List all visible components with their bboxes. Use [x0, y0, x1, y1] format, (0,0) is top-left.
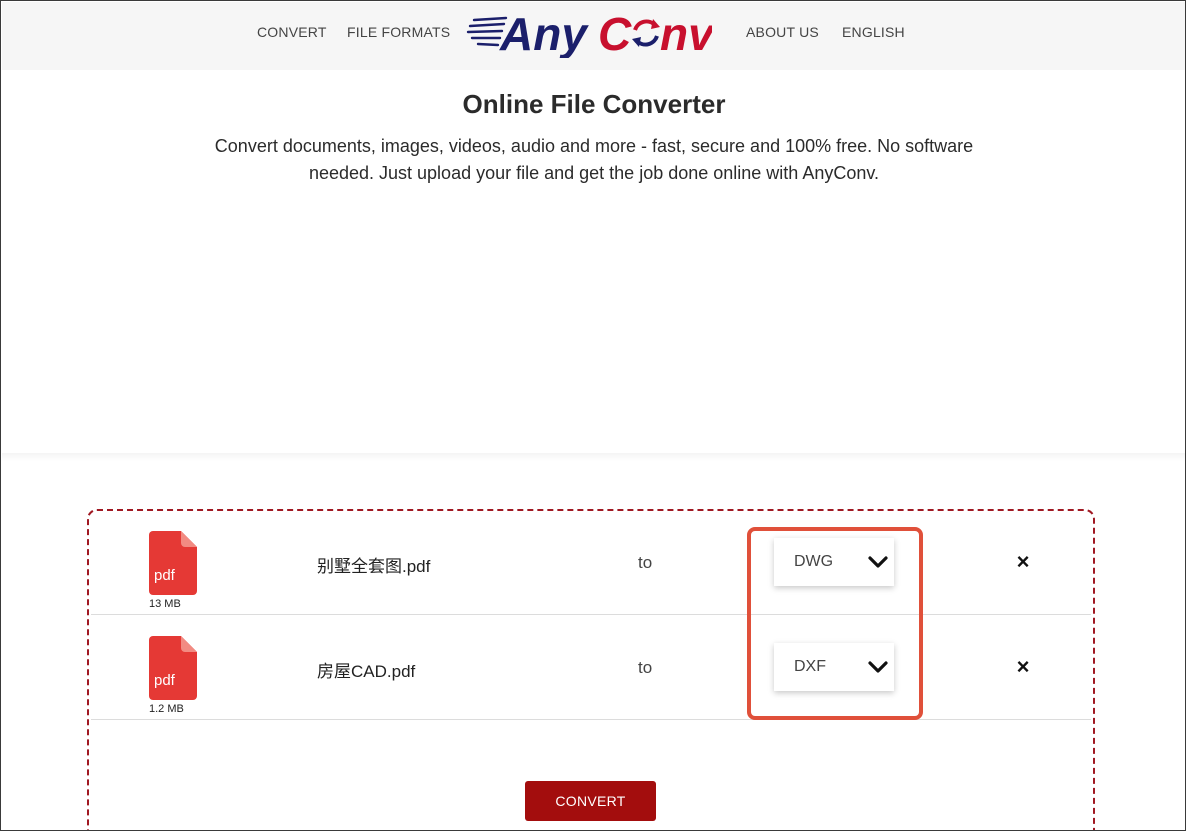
remove-file-button[interactable]: ×: [1013, 550, 1033, 574]
to-label: to: [638, 658, 653, 677]
refresh-arrows-icon: [632, 19, 660, 47]
file-name: 别墅全套图.pdf: [317, 557, 431, 576]
logo-text-nv: nv: [660, 8, 712, 58]
nav-file-formats[interactable]: FILE FORMATS: [347, 24, 450, 40]
chevron-down-icon: [868, 661, 888, 673]
page-title: Online File Converter: [462, 89, 726, 119]
site-header: CONVERT FILE FORMATS Any C nv ABOUT US E…: [2, 2, 1185, 70]
to-label: to: [638, 553, 653, 572]
target-format-select[interactable]: DXF: [774, 643, 894, 691]
file-name: 房屋CAD.pdf: [317, 662, 416, 681]
chevron-down-icon: [868, 556, 888, 568]
page-description: Convert documents, images, videos, audio…: [214, 136, 974, 183]
file-row: pdf 13 MB 别墅全套图.pdf to DWG ×: [91, 510, 1091, 615]
nav-convert[interactable]: CONVERT: [257, 24, 327, 40]
remove-file-button[interactable]: ×: [1013, 655, 1033, 679]
pdf-file-icon: pdf: [149, 531, 197, 595]
section-divider: [2, 453, 1185, 461]
file-size: 13 MB: [149, 598, 181, 610]
pdf-icon-label: pdf: [154, 672, 176, 689]
selected-format: DXF: [794, 658, 826, 675]
logo-text-any: Any: [499, 8, 589, 58]
nav-about-us[interactable]: ABOUT US: [746, 24, 819, 40]
anyconv-logo[interactable]: Any C nv: [466, 6, 712, 58]
file-row: pdf 1.2 MB 房屋CAD.pdf to DXF ×: [91, 615, 1091, 720]
selected-format: DWG: [794, 553, 834, 570]
target-format-select[interactable]: DWG: [774, 538, 894, 586]
file-size: 1.2 MB: [149, 703, 184, 715]
pdf-icon-label: pdf: [154, 567, 176, 584]
pdf-file-icon: pdf: [149, 636, 197, 700]
browser-viewport: CONVERT FILE FORMATS Any C nv ABOUT US E…: [0, 0, 1186, 831]
logo-text-c: C: [598, 8, 632, 58]
nav-language[interactable]: ENGLISH: [842, 24, 905, 40]
convert-button[interactable]: CONVERT: [525, 781, 656, 821]
